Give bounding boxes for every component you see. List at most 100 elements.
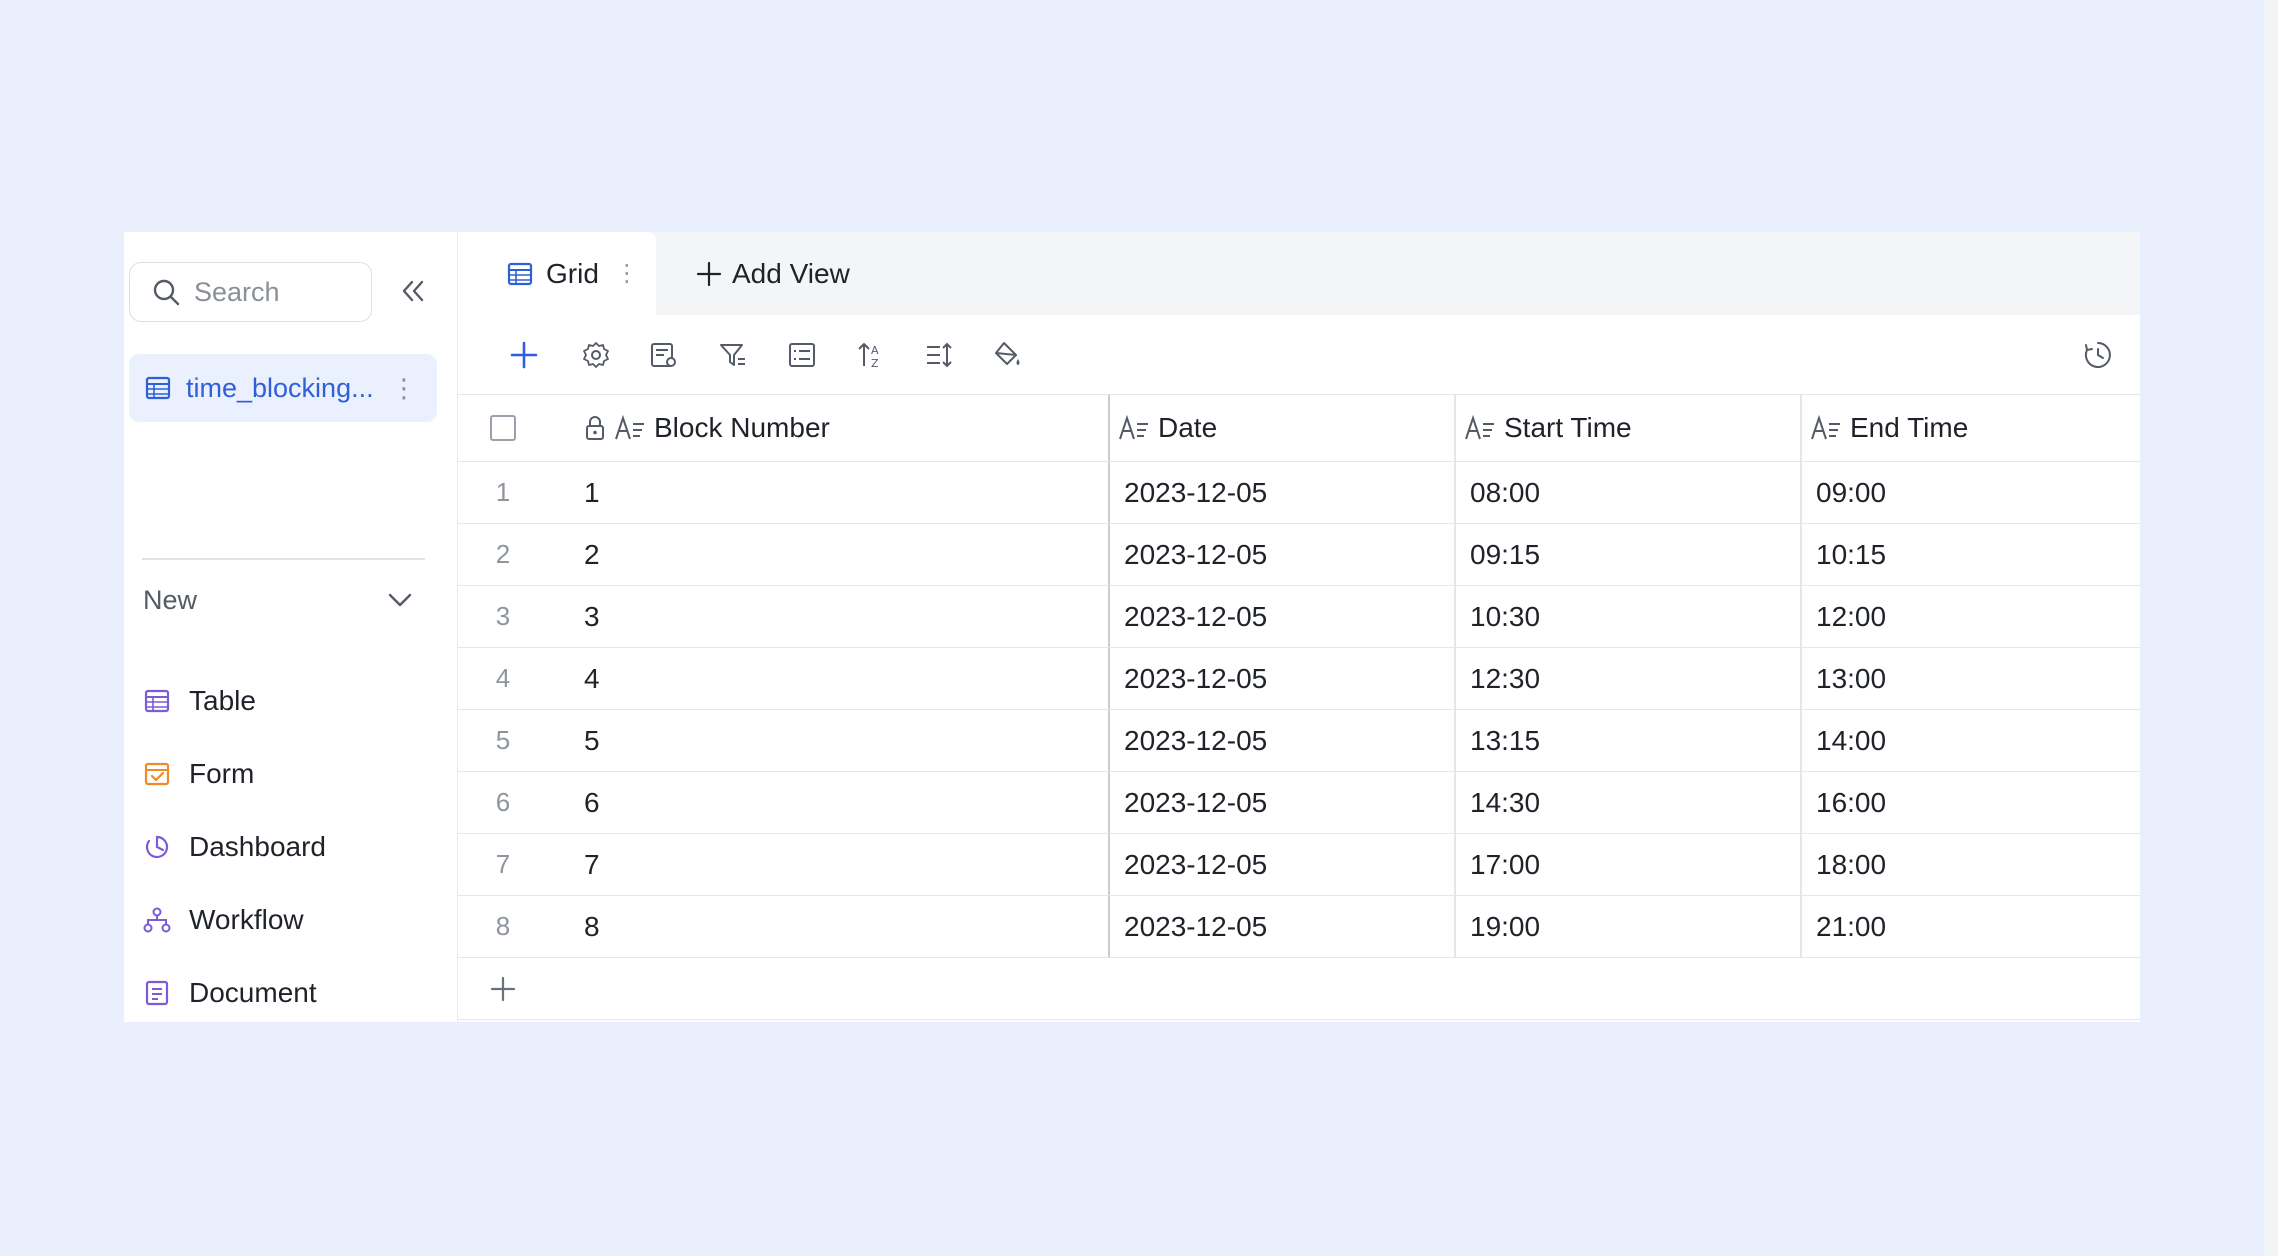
cell-end-time[interactable]: 09:00 [1816,462,1886,523]
column-header-start-time[interactable]: Start Time [1464,395,1632,461]
column-divider [1108,710,1110,771]
lock-icon [586,416,604,440]
collapse-sidebar-button[interactable] [396,274,430,308]
cell-date[interactable]: 2023-12-05 [1124,834,1267,895]
more-vertical-icon[interactable]: ⋮ [391,374,417,402]
column-divider [1108,462,1110,523]
table-row[interactable]: 2 2 2023-12-05 09:15 10:15 [458,524,2140,586]
column-divider [1108,896,1110,957]
cell-date[interactable]: 2023-12-05 [1124,896,1267,957]
new-document-button[interactable]: Document [143,971,428,1015]
column-divider [1454,524,1456,585]
table-row[interactable]: 7 7 2023-12-05 17:00 18:00 [458,834,2140,896]
cell-start-time[interactable]: 09:15 [1470,524,1540,585]
cell-start-time[interactable]: 19:00 [1470,896,1540,957]
column-header-block-number[interactable]: Block Number [584,395,830,461]
search-input[interactable]: Search [129,262,372,322]
sidebar-item-time-blocking[interactable]: time_blocking... ⋮ [129,354,437,422]
row-index: 1 [495,477,511,507]
cell-date[interactable]: 2023-12-05 [1124,462,1267,523]
add-row-cell[interactable] [458,958,548,1019]
history-icon [2084,342,2111,368]
sort-button[interactable]: AZ [851,335,891,375]
table-row[interactable]: 1 1 2023-12-05 08:00 09:00 [458,462,2140,524]
column-header-date[interactable]: Date [1118,395,1217,461]
text-field-icon [615,415,644,440]
cell-date[interactable]: 2023-12-05 [1124,586,1267,647]
workflow-icon [143,907,171,933]
cell-end-time[interactable]: 13:00 [1816,648,1886,709]
select-all-cell[interactable] [458,395,548,461]
cell-block-number[interactable]: 2 [584,524,600,585]
cell-end-time[interactable]: 16:00 [1816,772,1886,833]
new-item-label: Workflow [189,904,304,935]
column-divider [1800,648,1802,709]
new-item-label: Table [189,685,256,716]
table-icon [144,689,170,713]
grid-icon [507,262,533,285]
column-divider [1800,710,1802,771]
new-form-button[interactable]: Form [143,752,428,796]
cell-start-time[interactable]: 08:00 [1470,462,1540,523]
cell-end-time[interactable]: 10:15 [1816,524,1886,585]
cell-start-time[interactable]: 17:00 [1470,834,1540,895]
cell-start-time[interactable]: 13:15 [1470,710,1540,771]
add-view-button[interactable]: Add View [696,252,850,296]
new-section-toggle[interactable]: New [143,580,428,620]
new-workflow-button[interactable]: Workflow [143,898,428,942]
form-icon [144,762,170,786]
column-divider [1454,834,1456,895]
cell-date[interactable]: 2023-12-05 [1124,524,1267,585]
column-divider [1108,648,1110,709]
column-divider [1108,834,1110,895]
cell-start-time[interactable]: 10:30 [1470,586,1540,647]
history-button[interactable] [2078,335,2118,375]
fill-color-button[interactable] [987,335,1027,375]
select-all-checkbox[interactable] [490,415,516,441]
column-divider [1454,710,1456,771]
new-dashboard-button[interactable]: Dashboard [143,825,428,869]
new-section-label: New [143,584,198,615]
column-header-end-time[interactable]: End Time [1810,395,1968,461]
add-row-button[interactable] [458,958,2140,1020]
column-divider [1800,395,1802,461]
field-config-button[interactable] [644,335,684,375]
cell-end-time[interactable]: 14:00 [1816,710,1886,771]
table-icon [145,376,171,400]
new-table-button[interactable]: Table [143,679,428,723]
cell-end-time[interactable]: 21:00 [1816,896,1886,957]
row-index: 3 [495,601,511,631]
cell-start-time[interactable]: 14:30 [1470,772,1540,833]
settings-button[interactable] [576,335,616,375]
svg-text:Z: Z [871,357,879,370]
cell-date[interactable]: 2023-12-05 [1124,772,1267,833]
row-height-button[interactable] [919,335,959,375]
group-button[interactable] [782,335,822,375]
cell-block-number[interactable]: 7 [584,834,600,895]
tab-grid[interactable]: Grid ⋮ [458,232,656,315]
table-row[interactable]: 3 3 2023-12-05 10:30 12:00 [458,586,2140,648]
column-divider [1454,896,1456,957]
cell-start-time[interactable]: 12:30 [1470,648,1540,709]
filter-button[interactable] [713,335,753,375]
table-row[interactable]: 4 4 2023-12-05 12:30 13:00 [458,648,2140,710]
cell-end-time[interactable]: 18:00 [1816,834,1886,895]
text-field-icon [1119,415,1148,440]
more-vertical-icon[interactable]: ⋮ [615,259,639,288]
table-row[interactable]: 6 6 2023-12-05 14:30 16:00 [458,772,2140,834]
cell-block-number[interactable]: 1 [584,462,600,523]
add-record-button[interactable] [504,335,544,375]
cell-block-number[interactable]: 6 [584,772,600,833]
cell-date[interactable]: 2023-12-05 [1124,710,1267,771]
cell-end-time[interactable]: 12:00 [1816,586,1886,647]
cell-block-number[interactable]: 8 [584,896,600,957]
column-divider [1800,834,1802,895]
cell-block-number[interactable]: 3 [584,586,600,647]
cell-block-number[interactable]: 5 [584,710,600,771]
cell-date[interactable]: 2023-12-05 [1124,648,1267,709]
filter-icon [720,344,745,366]
cell-block-number[interactable]: 4 [584,648,600,709]
table-row[interactable]: 5 5 2023-12-05 13:15 14:00 [458,710,2140,772]
row-index: 8 [495,911,511,941]
table-row[interactable]: 8 8 2023-12-05 19:00 21:00 [458,896,2140,958]
